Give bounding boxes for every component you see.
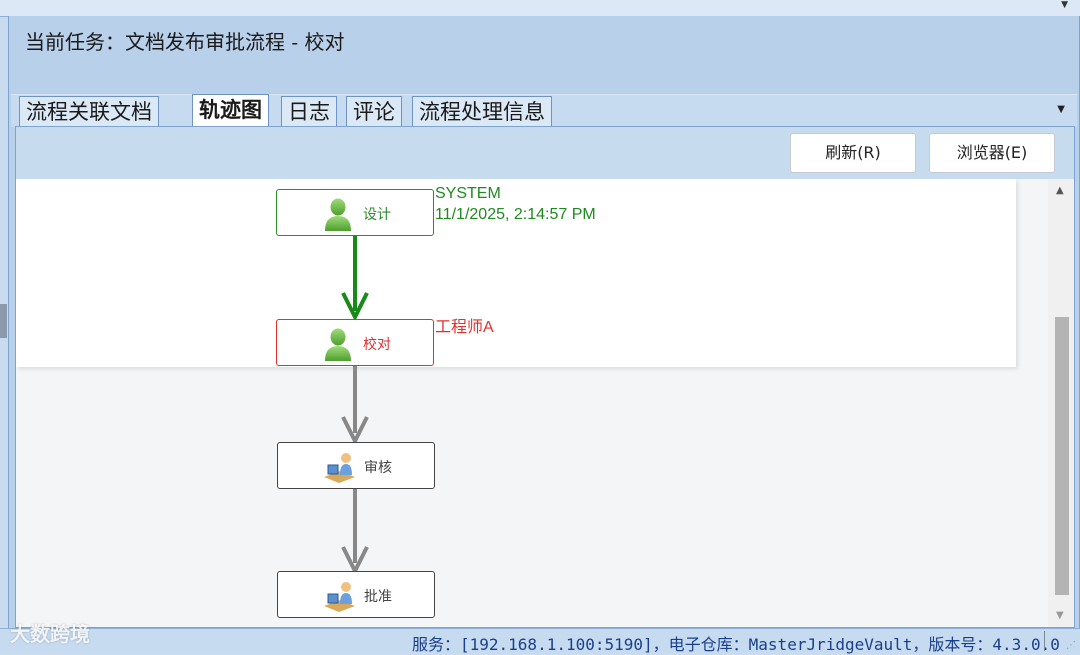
tab-process-info[interactable]: 流程处理信息: [412, 96, 552, 126]
node-label: 校对: [363, 337, 391, 353]
arrow-review-to-approve: [341, 489, 369, 576]
design-note-time: 11/1/2025, 2:14:57 PM: [435, 206, 596, 223]
scroll-thumb[interactable]: [1055, 317, 1069, 595]
status-bar: 服务：[192.168.1.100:5190]，电子仓库：MasterJridg…: [0, 628, 1080, 654]
workstation-icon: [324, 453, 355, 483]
browser-button[interactable]: 浏览器(E): [929, 133, 1055, 173]
arrow-proofread-to-review: [341, 365, 369, 446]
vertical-scrollbar[interactable]: ▲ ▼: [1048, 179, 1074, 627]
user-icon: [325, 328, 351, 361]
status-separator: [1044, 631, 1045, 651]
proofread-note: 工程师A: [435, 317, 494, 338]
splitter-handle[interactable]: [0, 304, 7, 338]
proofread-note-user: 工程师A: [435, 319, 494, 336]
tab-comments[interactable]: 评论: [346, 96, 402, 126]
page-title: 当前任务：文档发布审批流程 - 校对: [25, 30, 345, 54]
workstation-icon: [324, 582, 355, 612]
node-label: 审核: [364, 460, 392, 476]
node-label: 批准: [364, 589, 392, 605]
flow-node-approve[interactable]: 批准: [277, 571, 435, 618]
flow-node-proofread[interactable]: 校对: [276, 319, 434, 366]
design-note: SYSTEM 11/1/2025, 2:14:57 PM: [435, 183, 596, 225]
scroll-down-icon[interactable]: ▼: [1056, 610, 1064, 621]
trace-panel: 刷新(R) 浏览器(E) 设计 校对 审核 批准 SYSTEM 11/1/202…: [15, 126, 1075, 628]
node-label: 设计: [363, 207, 391, 223]
status-text: 服务：[192.168.1.100:5190]，电子仓库：MasterJridg…: [412, 635, 1060, 654]
flow-canvas: 设计 校对 审核 批准 SYSTEM 11/1/2025, 2:14:57 PM…: [16, 179, 1048, 627]
top-strip: ▼: [0, 0, 1080, 17]
tabs-dropdown-icon[interactable]: ▼: [1057, 104, 1065, 115]
user-icon: [325, 198, 351, 231]
tab-trace-diagram[interactable]: 轨迹图: [192, 94, 269, 127]
tab-related-docs[interactable]: 流程关联文档: [19, 96, 159, 126]
watermark-text: 大数跨境: [10, 622, 90, 646]
flow-node-review[interactable]: 审核: [277, 442, 435, 489]
flow-node-design[interactable]: 设计: [276, 189, 434, 236]
resize-grip-icon[interactable]: ⋰: [1066, 640, 1076, 651]
design-note-user: SYSTEM: [435, 185, 501, 202]
tab-log[interactable]: 日志: [281, 96, 337, 126]
task-window: 当前任务：文档发布审批流程 - 校对 流程关联文档 轨迹图 日志 评论 流程处理…: [8, 16, 1080, 628]
scroll-up-icon[interactable]: ▲: [1056, 185, 1064, 196]
flow-arrows: [341, 233, 369, 576]
refresh-button[interactable]: 刷新(R): [790, 133, 916, 173]
chevron-down-icon[interactable]: ▼: [1061, 0, 1068, 10]
arrow-design-to-proofread: [341, 233, 369, 322]
toolbar: 刷新(R) 浏览器(E): [16, 127, 1074, 179]
watermark-logo: 大数跨境: [10, 618, 90, 647]
